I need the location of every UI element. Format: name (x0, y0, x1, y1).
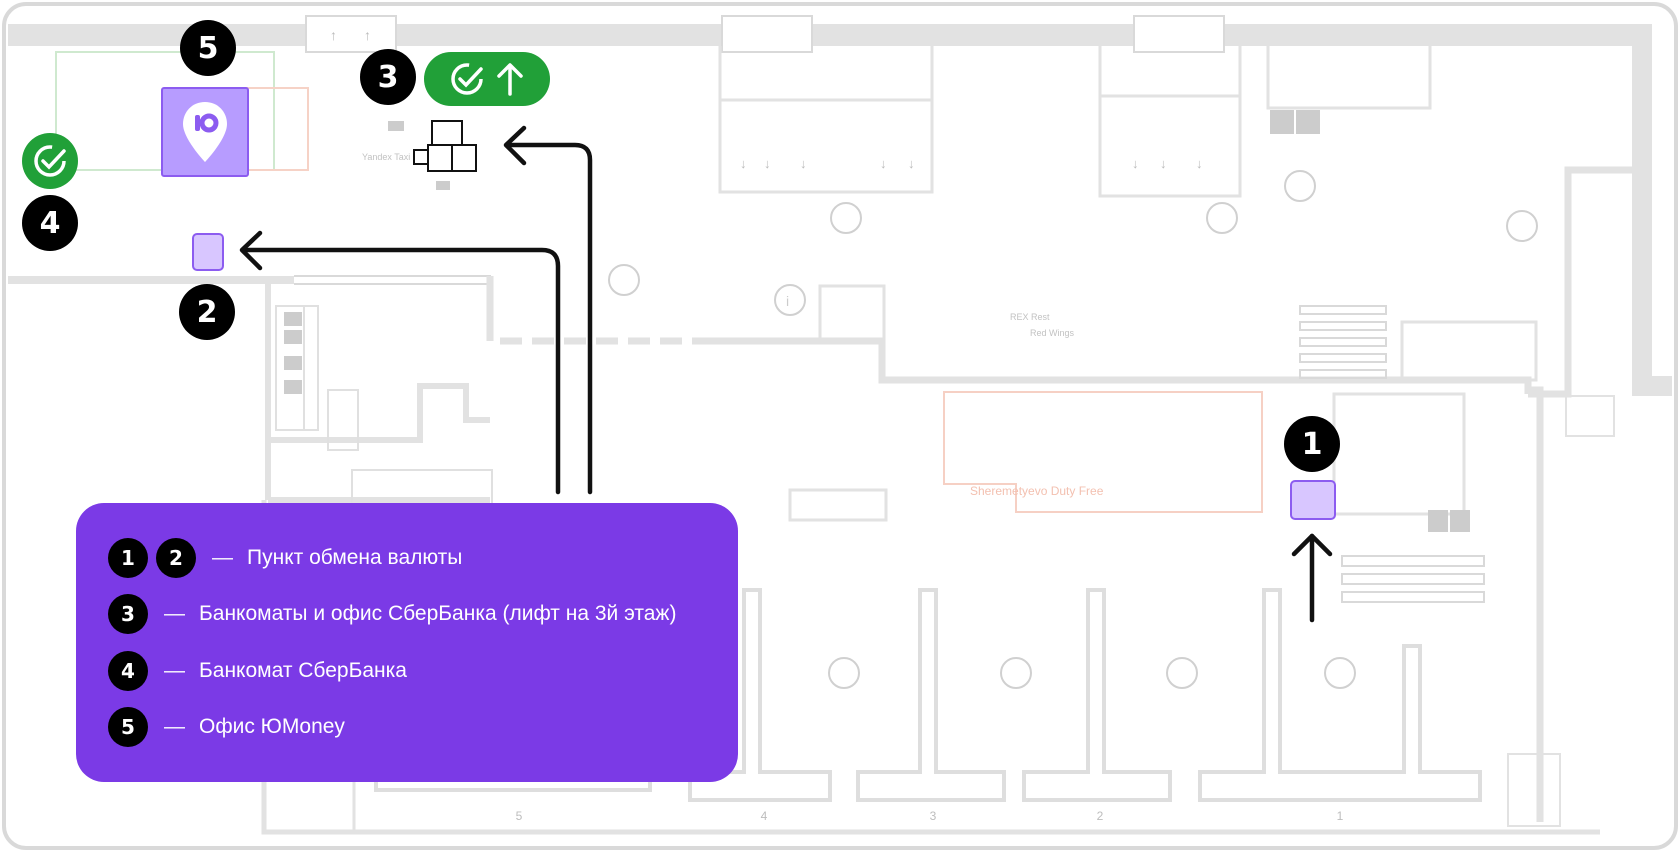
legend-dash: — (164, 715, 185, 738)
legend-item-sber-office: 3 — Банкоматы и офис СберБанка (лифт на … (108, 592, 676, 636)
legend-badge-4: 4 (108, 651, 148, 691)
yoomoney-pin-icon (183, 102, 227, 162)
marker-3[interactable]: 3 (360, 49, 416, 105)
legend-text-exchange: Пункт обмена валюты (247, 546, 463, 569)
marker-1[interactable]: 1 (1284, 416, 1340, 472)
gate-1-label: 1 (1337, 809, 1344, 823)
rex-label: REX Rest (1010, 312, 1050, 322)
legend-dash: — (212, 546, 233, 569)
legend-item-sber-atm: 4 — Банкомат СберБанка (108, 649, 407, 693)
yandex-taxi-label: Yandex Taxi (362, 152, 411, 162)
legend-badge-5: 5 (108, 707, 148, 747)
gate-3-label: 3 (930, 809, 937, 823)
exchange-point-2[interactable] (192, 233, 224, 271)
red-wings-label: Red Wings (1030, 328, 1075, 338)
svg-text:↓: ↓ (764, 156, 771, 171)
svg-text:↑: ↑ (330, 27, 337, 43)
legend-badge-1: 1 (108, 538, 148, 578)
gate-2-label: 2 (1097, 809, 1104, 823)
gate-5-label: 5 (516, 809, 523, 823)
sber-check-icon (451, 63, 483, 95)
svg-text:↓: ↓ (1196, 156, 1203, 171)
svg-text:↓: ↓ (908, 156, 915, 171)
sber-atm-marker[interactable] (22, 133, 78, 189)
svg-text:↓: ↓ (800, 156, 807, 171)
exchange-point-1[interactable] (1290, 480, 1336, 520)
legend-badge-2: 2 (156, 538, 196, 578)
legend-item-exchange: 1 2 — Пункт обмена валюты (108, 536, 462, 580)
svg-text:↓: ↓ (740, 156, 747, 171)
legend-text-sber-atm: Банкомат СберБанка (199, 659, 407, 682)
legend-dash: — (164, 659, 185, 682)
marker-4[interactable]: 4 (22, 195, 78, 251)
sber-check-icon (34, 145, 66, 177)
arrow-up-icon (497, 63, 523, 96)
duty-free-label: Sheremetyevo Duty Free (970, 484, 1104, 498)
svg-text:↑: ↑ (364, 27, 371, 43)
marker-2[interactable]: 2 (179, 284, 235, 340)
legend-item-yoomoney: 5 — Офис ЮMoney (108, 705, 345, 749)
legend-panel: 1 2 — Пункт обмена валюты 3 — Банкоматы … (76, 503, 738, 782)
sber-lift-up-badge[interactable] (424, 52, 550, 106)
legend-text-yoomoney: Офис ЮMoney (199, 715, 345, 738)
marker-5[interactable]: 5 (180, 20, 236, 76)
gate-4-label: 4 (761, 809, 768, 823)
legend-dash: — (164, 602, 185, 625)
svg-text:↓: ↓ (1132, 156, 1139, 171)
svg-text:↓: ↓ (1160, 156, 1167, 171)
airport-floor-map: ↑ ↑ ↓ ↓ ↓ ↓ ↓ ↓ ↓ ↓ 5 4 3 2 1 i Sheremet… (0, 0, 1680, 852)
yoomoney-office[interactable] (161, 87, 249, 177)
svg-text:i: i (786, 293, 789, 309)
svg-text:↓: ↓ (880, 156, 887, 171)
legend-badge-3: 3 (108, 594, 148, 634)
legend-text-sber-office: Банкоматы и офис СберБанка (лифт на 3й э… (199, 602, 677, 625)
